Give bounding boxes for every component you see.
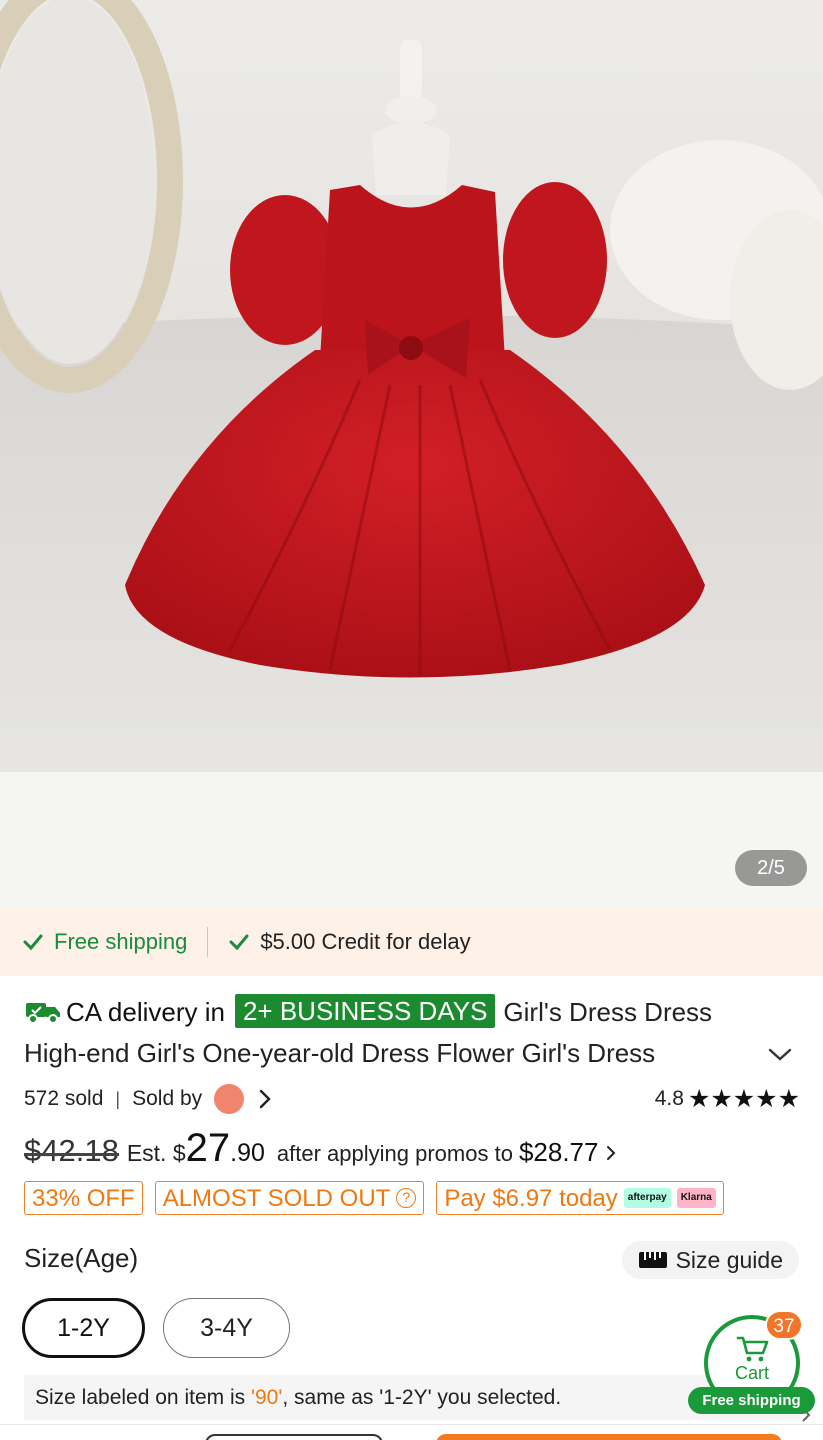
- size-note-value: '90': [250, 1386, 283, 1409]
- size-section-label: Size(Age): [24, 1243, 139, 1273]
- almost-sold-out-tag[interactable]: ALMOST SOLD OUT ?: [154, 1181, 425, 1215]
- size-guide-label: Size guide: [675, 1246, 783, 1273]
- sold-count: 572 sold: [24, 1087, 104, 1110]
- buy-now-button[interactable]: [436, 1434, 782, 1440]
- almost-sold-out-text: ALMOST SOLD OUT: [162, 1184, 391, 1212]
- shipping-benefits-bar[interactable]: Free shipping $5.00 Credit for delay: [0, 908, 823, 976]
- promo-tags: 33% OFF ALMOST SOLD OUT ? Pay $6.97 toda…: [24, 1181, 724, 1215]
- free-shipping-benefit: Free shipping: [22, 929, 187, 955]
- size-guide-button[interactable]: Size guide: [621, 1241, 799, 1279]
- product-title[interactable]: CA delivery in 2+ BUSINESS DAYS Girl's Dre…: [24, 992, 764, 1074]
- cart-count-badge: 37: [765, 1310, 803, 1340]
- ruler-icon: [638, 1252, 667, 1268]
- size-option-1-2y[interactable]: 1-2Y: [22, 1298, 145, 1358]
- cart-free-shipping-badge: Free shipping: [688, 1387, 815, 1414]
- delay-credit-benefit: $5.00 Credit for delay: [228, 929, 471, 955]
- pay-today-text: Pay $6.97 today: [444, 1184, 618, 1212]
- size-note: Size labeled on item is '90', same as '1…: [24, 1375, 800, 1420]
- seller-logo[interactable]: [214, 1084, 245, 1114]
- price-row[interactable]: $42.18 Est. $27.90 after applying promos…: [24, 1126, 804, 1178]
- check-icon: [229, 934, 249, 951]
- sold-by-label[interactable]: Sold by: [132, 1087, 202, 1111]
- discount-tag: 33% OFF: [24, 1181, 143, 1215]
- separator: |: [115, 1088, 121, 1109]
- est-price-cents: .90: [230, 1139, 265, 1167]
- size-note-prefix: Size labeled on item is: [35, 1386, 251, 1409]
- rating-value: 4.8: [654, 1087, 684, 1110]
- check-icon: [23, 934, 43, 951]
- chevron-right-icon[interactable]: [258, 1089, 272, 1109]
- cart-icon: [736, 1336, 769, 1362]
- delivery-prefix: CA delivery in: [66, 997, 225, 1027]
- delivery-truck-icon: [26, 1003, 60, 1024]
- delivery-days-badge: 2+ BUSINESS DAYS: [234, 994, 496, 1028]
- size-note-suffix: , same as '1-2Y' you selected.: [282, 1386, 562, 1409]
- chevron-down-icon[interactable]: [767, 1046, 793, 1064]
- pay-later-tag[interactable]: Pay $6.97 today afterpay Klarna: [436, 1181, 724, 1215]
- product-gallery[interactable]: 2/5: [0, 0, 823, 908]
- est-label: Est. $: [126, 1140, 186, 1166]
- free-shipping-text: Free shipping: [54, 929, 188, 954]
- size-options: 1-2Y 3-4Y: [22, 1298, 290, 1358]
- delay-credit-text: $5.00 Credit for delay: [260, 929, 471, 954]
- promo-price: $28.77: [518, 1137, 599, 1167]
- est-price-dollars: 27: [185, 1126, 231, 1170]
- question-mark-icon[interactable]: ?: [396, 1188, 417, 1208]
- chevron-right-icon[interactable]: [606, 1145, 616, 1161]
- klarna-logo: Klarna: [676, 1188, 716, 1208]
- rating[interactable]: 4.8 ★★★★★: [655, 1084, 800, 1114]
- promo-text: after applying promos to: [276, 1141, 513, 1166]
- sold-and-rating-row: 572 sold | Sold by 4.8 ★★★★★: [24, 1082, 800, 1116]
- product-image[interactable]: [0, 0, 823, 772]
- divider: [207, 927, 209, 957]
- add-to-cart-button[interactable]: [205, 1434, 383, 1440]
- cart-label: Cart: [734, 1363, 769, 1383]
- image-page-counter: 2/5: [735, 850, 807, 886]
- original-price: $42.18: [24, 1133, 119, 1168]
- star-rating-icon: ★★★★★: [687, 1085, 800, 1113]
- size-option-3-4y[interactable]: 3-4Y: [163, 1298, 290, 1358]
- afterpay-logo: afterpay: [623, 1188, 671, 1208]
